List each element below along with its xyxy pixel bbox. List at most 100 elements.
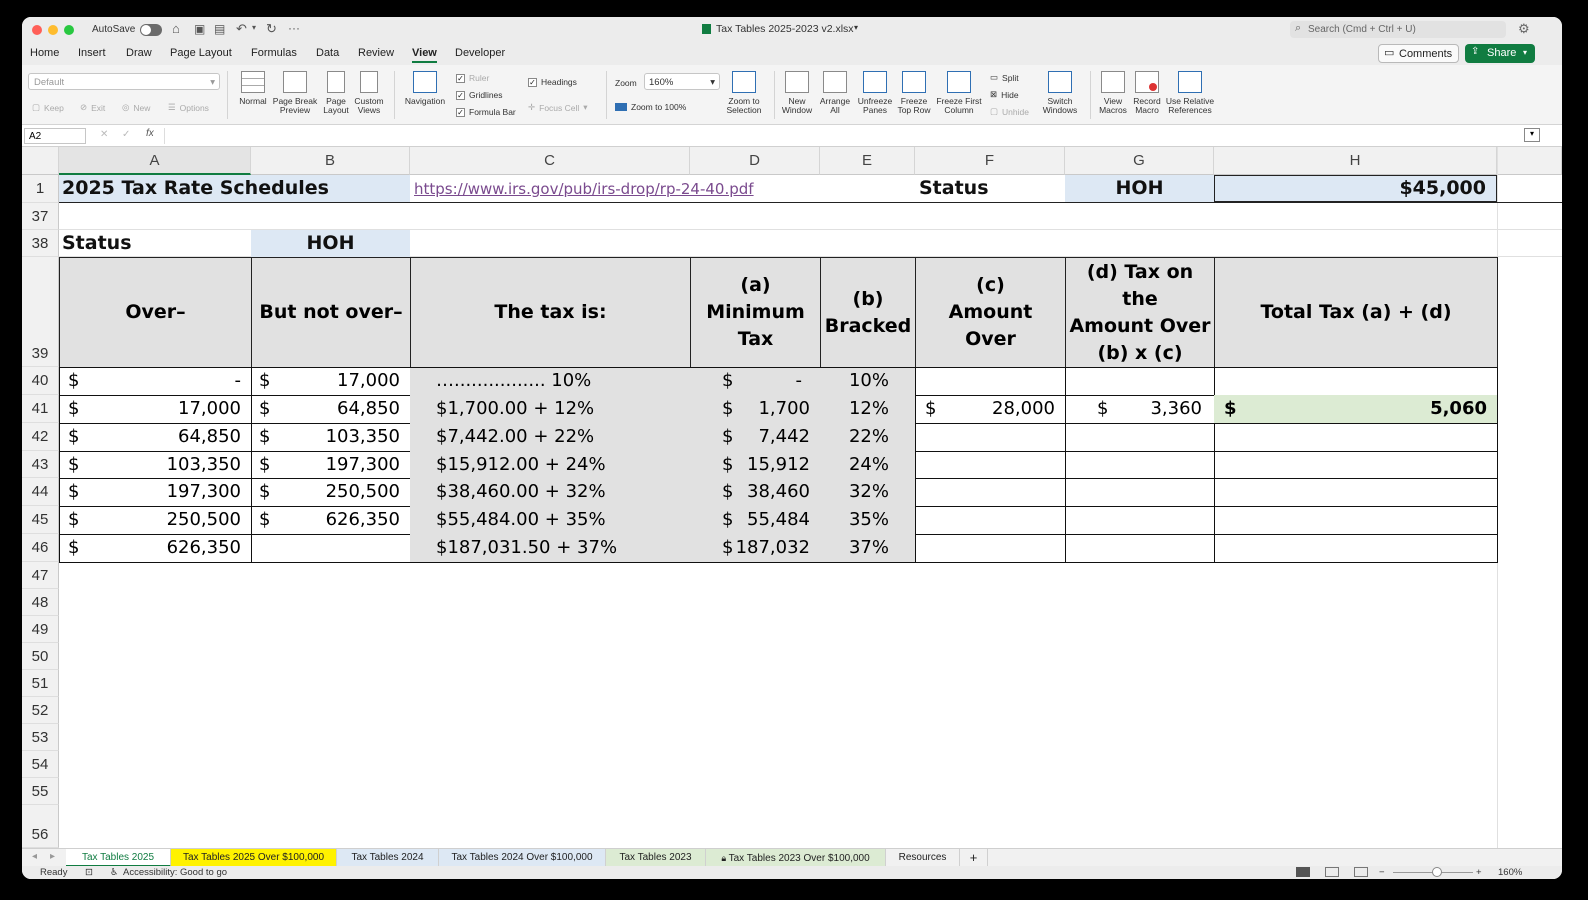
record-macro-button[interactable]: Record Macro (1130, 71, 1164, 115)
tab-data[interactable]: Data (316, 47, 339, 59)
sheet-view-select[interactable]: Default ▾ (28, 73, 220, 90)
header-but-not-over[interactable]: But not over– (251, 257, 411, 368)
cell-total-tax[interactable] (1214, 451, 1498, 479)
cell-over[interactable]: $17,000 (59, 395, 252, 424)
column-header-next[interactable] (1497, 147, 1562, 175)
cell-rate[interactable]: 12% (820, 395, 916, 424)
title-chevron-icon[interactable]: ▾ (854, 23, 858, 32)
scroll-tabs-right-icon[interactable]: ▸ (50, 851, 55, 862)
window-title[interactable]: Tax Tables 2025-2023 v2.xlsx (716, 23, 854, 35)
cell-tax-is[interactable]: $1,700.00 + 12% (410, 395, 691, 424)
cell-rate[interactable]: 37% (820, 534, 916, 563)
header-amount-over[interactable]: (c) Amount Over (915, 257, 1066, 368)
tab-insert[interactable]: Insert (78, 47, 106, 59)
sheet-tab-2023[interactable]: Tax Tables 2023 (606, 849, 706, 867)
search-box[interactable]: ⌕ Search (Cmd + Ctrl + U) (1290, 21, 1506, 38)
cell-tax-is[interactable]: $187,031.50 + 37% (410, 534, 691, 563)
sheet-tab-2025-over[interactable]: Tax Tables 2025 Over $100,000 (171, 849, 337, 867)
row-header-55[interactable]: 55 (22, 778, 59, 805)
exit-button[interactable]: ⊘ Exit (80, 102, 105, 113)
row-header-1[interactable]: 1 (22, 175, 59, 203)
tab-developer[interactable]: Developer (455, 47, 505, 59)
cell-over[interactable]: $103,350 (59, 451, 252, 479)
cell-rate[interactable]: 10% (820, 367, 916, 396)
cell-total-tax[interactable] (1214, 367, 1498, 396)
redo-icon[interactable]: ↻ (266, 21, 277, 37)
tab-view[interactable]: View (412, 47, 437, 63)
cell-amount-over[interactable] (915, 506, 1066, 535)
settings-icon[interactable]: ⚙ (1518, 21, 1530, 37)
confirm-formula-icon[interactable]: ✓ (122, 129, 130, 140)
row-header-46[interactable]: 46 (22, 534, 59, 562)
zoom-out-icon[interactable]: − (1379, 866, 1385, 879)
cell-g1-status-value[interactable]: HOH (1065, 175, 1214, 202)
column-header-d[interactable]: D (690, 147, 820, 175)
cell-amount-over[interactable] (915, 423, 1066, 452)
formula-input[interactable] (164, 128, 1526, 144)
use-relative-references-button[interactable]: Use Relative References (1164, 71, 1216, 115)
row-header-56[interactable]: 56 (22, 805, 59, 848)
cell-rate[interactable]: 22% (820, 423, 916, 452)
row-header-43[interactable]: 43 (22, 451, 59, 478)
cell-rate[interactable]: 32% (820, 478, 916, 507)
cell-tax-is[interactable]: $55,484.00 + 35% (410, 506, 691, 535)
cell-h1-income[interactable]: $45,000 (1214, 175, 1497, 202)
cell-tax-on-amount[interactable] (1065, 478, 1215, 507)
new-window-button[interactable]: New Window (780, 71, 814, 115)
close-window-button[interactable] (32, 25, 42, 35)
header-tax-is[interactable]: The tax is: (410, 257, 691, 368)
cell-minimum-tax[interactable]: $ - (690, 367, 821, 396)
share-button[interactable]: ⇪ Share ▾ (1465, 44, 1535, 63)
autosave-toggle[interactable] (140, 24, 162, 36)
fx-icon[interactable]: fx (146, 128, 154, 139)
undo-dropdown-icon[interactable]: ▾ (252, 23, 256, 32)
cell-minimum-tax[interactable]: $7,442 (690, 423, 821, 452)
cell-tax-is[interactable]: $38,460.00 + 32% (410, 478, 691, 507)
cell-tax-on-amount[interactable] (1065, 534, 1215, 563)
page-layout-status-icon[interactable] (1325, 867, 1339, 877)
row-header-52[interactable]: 52 (22, 697, 59, 724)
select-all-corner[interactable] (22, 147, 59, 175)
comments-button[interactable]: ▭ Comments (1378, 44, 1459, 63)
cell-a38-status-label[interactable]: Status (59, 230, 251, 257)
navigation-button[interactable]: Navigation (402, 71, 448, 106)
cell-over[interactable]: $250,500 (59, 506, 252, 535)
zoom-percentage[interactable]: 160% (1498, 866, 1522, 879)
cell-tax-is[interactable]: $15,912.00 + 24% (410, 451, 691, 479)
row-header-48[interactable]: 48 (22, 589, 59, 616)
cell-amount-over[interactable] (915, 367, 1066, 396)
cell-not-over[interactable] (251, 534, 411, 563)
save-icon[interactable]: ▣ (194, 22, 205, 36)
tab-home[interactable]: Home (30, 47, 59, 59)
new-view-button[interactable]: ◎ New (122, 102, 150, 113)
row-header-54[interactable]: 54 (22, 751, 59, 778)
page-break-status-icon[interactable] (1354, 867, 1368, 877)
cell-amount-over[interactable]: $28,000 (915, 395, 1066, 424)
freeze-first-column-button[interactable]: Freeze First Column (934, 71, 984, 115)
row-header-41[interactable]: 41 (22, 395, 59, 423)
row-header-51[interactable]: 51 (22, 670, 59, 697)
header-minimum-tax[interactable]: (a) Minimum Tax (690, 257, 821, 368)
cell-total-tax[interactable]: $5,060 (1214, 395, 1498, 424)
header-bracked[interactable]: (b) Bracked (820, 257, 916, 368)
zoom-to-selection-button[interactable]: Zoom to Selection (722, 71, 766, 115)
normal-view-button[interactable]: Normal (236, 71, 270, 106)
zoom-in-icon[interactable]: + (1476, 866, 1482, 879)
column-header-f[interactable]: F (915, 147, 1065, 175)
column-header-g[interactable]: G (1065, 147, 1214, 175)
cell-rate[interactable]: 24% (820, 451, 916, 479)
row-header-38[interactable]: 38 (22, 230, 59, 257)
cell-total-tax[interactable] (1214, 423, 1498, 452)
minimize-window-button[interactable] (48, 25, 58, 35)
sheet-tab-2024[interactable]: Tax Tables 2024 (337, 849, 439, 867)
cell-total-tax[interactable] (1214, 506, 1498, 535)
cell-amount-over[interactable] (915, 534, 1066, 563)
row-header-50[interactable]: 50 (22, 643, 59, 670)
cell-rate[interactable]: 35% (820, 506, 916, 535)
tab-page-layout[interactable]: Page Layout (170, 47, 232, 59)
save-as-icon[interactable]: ▤ (214, 22, 225, 36)
cell-tax-is[interactable]: …................ 10% (410, 367, 691, 396)
cell-f1-status-label[interactable]: Status (915, 175, 1065, 202)
row-header-49[interactable]: 49 (22, 616, 59, 643)
cell-tax-on-amount[interactable] (1065, 367, 1215, 396)
